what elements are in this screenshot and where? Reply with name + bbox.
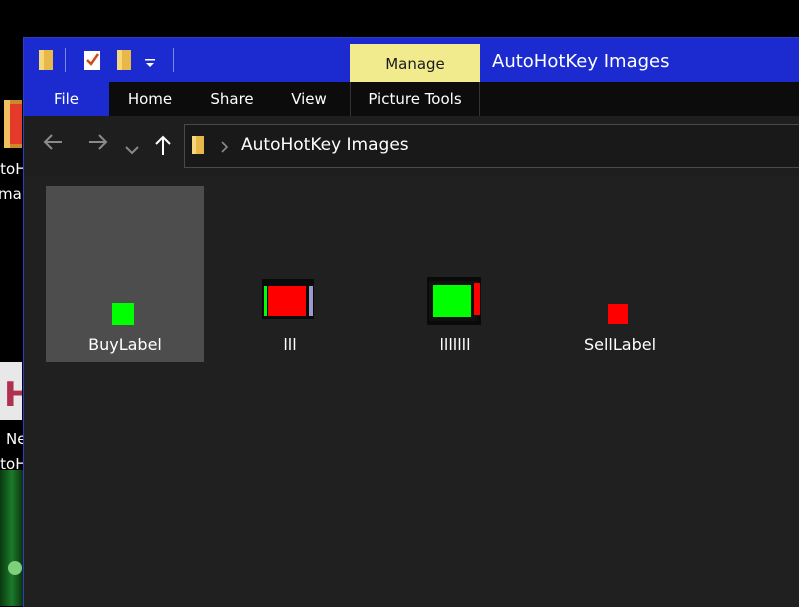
image-thumbnail-icon: [608, 304, 628, 328]
file-name: lllllll: [439, 335, 471, 354]
new-folder-icon[interactable]: [116, 49, 132, 75]
chevron-right-icon[interactable]: [219, 139, 229, 158]
desktop-wallpaper: [0, 470, 24, 606]
up-arrow-icon[interactable]: [153, 134, 173, 162]
tab-home[interactable]: Home: [109, 82, 191, 116]
customize-qat-icon[interactable]: [144, 54, 156, 73]
file-item-lllllll[interactable]: lllllll: [376, 186, 534, 362]
file-item-buylabel[interactable]: BuyLabel: [46, 186, 204, 362]
forward-arrow-icon[interactable]: [87, 132, 109, 158]
window-title: AutoHotKey Images: [492, 51, 670, 72]
file-name: BuyLabel: [88, 335, 162, 354]
svg-text:H: H: [4, 375, 22, 415]
desktop-autohotkey-icon[interactable]: H: [0, 362, 32, 420]
address-bar[interactable]: AutoHotKey Images: [184, 124, 799, 168]
image-thumbnail-icon: [427, 277, 481, 329]
folder-icon[interactable]: [38, 49, 54, 75]
tab-manage-label: Manage: [385, 55, 445, 73]
tab-view[interactable]: View: [273, 82, 345, 116]
qat-separator-2: [173, 48, 174, 72]
chevron-down-icon[interactable]: [124, 137, 140, 162]
tab-manage[interactable]: Manage: [350, 44, 480, 82]
file-name: SellLabel: [583, 335, 657, 354]
address-path: AutoHotKey Images: [241, 135, 409, 155]
properties-icon[interactable]: [82, 49, 102, 75]
back-arrow-icon[interactable]: [42, 132, 64, 158]
ribbon-separator-2: [479, 82, 480, 116]
tab-picture-tools[interactable]: Picture Tools: [351, 82, 479, 116]
folder-icon: [191, 135, 205, 159]
qat-separator: [65, 48, 66, 72]
desktop-folder-icon[interactable]: [0, 98, 22, 150]
image-thumbnail-icon: [262, 279, 314, 323]
explorer-window: Manage AutoHotKey Images File Home Share…: [23, 37, 799, 607]
file-item-selllabel[interactable]: SellLabel: [541, 186, 699, 362]
file-name: lll: [283, 335, 297, 354]
image-thumbnail-icon: [112, 303, 134, 329]
ribbon-tabs: File Home Share View Picture Tools: [24, 82, 799, 116]
navigation-bar: AutoHotKey Images: [24, 116, 799, 176]
file-view: BuyLabel lll lllllll SellLabel: [24, 176, 799, 607]
tab-file[interactable]: File: [24, 82, 109, 116]
title-bar: Manage AutoHotKey Images: [24, 38, 799, 82]
desktop-label-2: ma: [0, 185, 22, 203]
file-item-lll[interactable]: lll: [211, 186, 369, 362]
tab-share[interactable]: Share: [191, 82, 273, 116]
desktop-orb: [8, 561, 22, 575]
